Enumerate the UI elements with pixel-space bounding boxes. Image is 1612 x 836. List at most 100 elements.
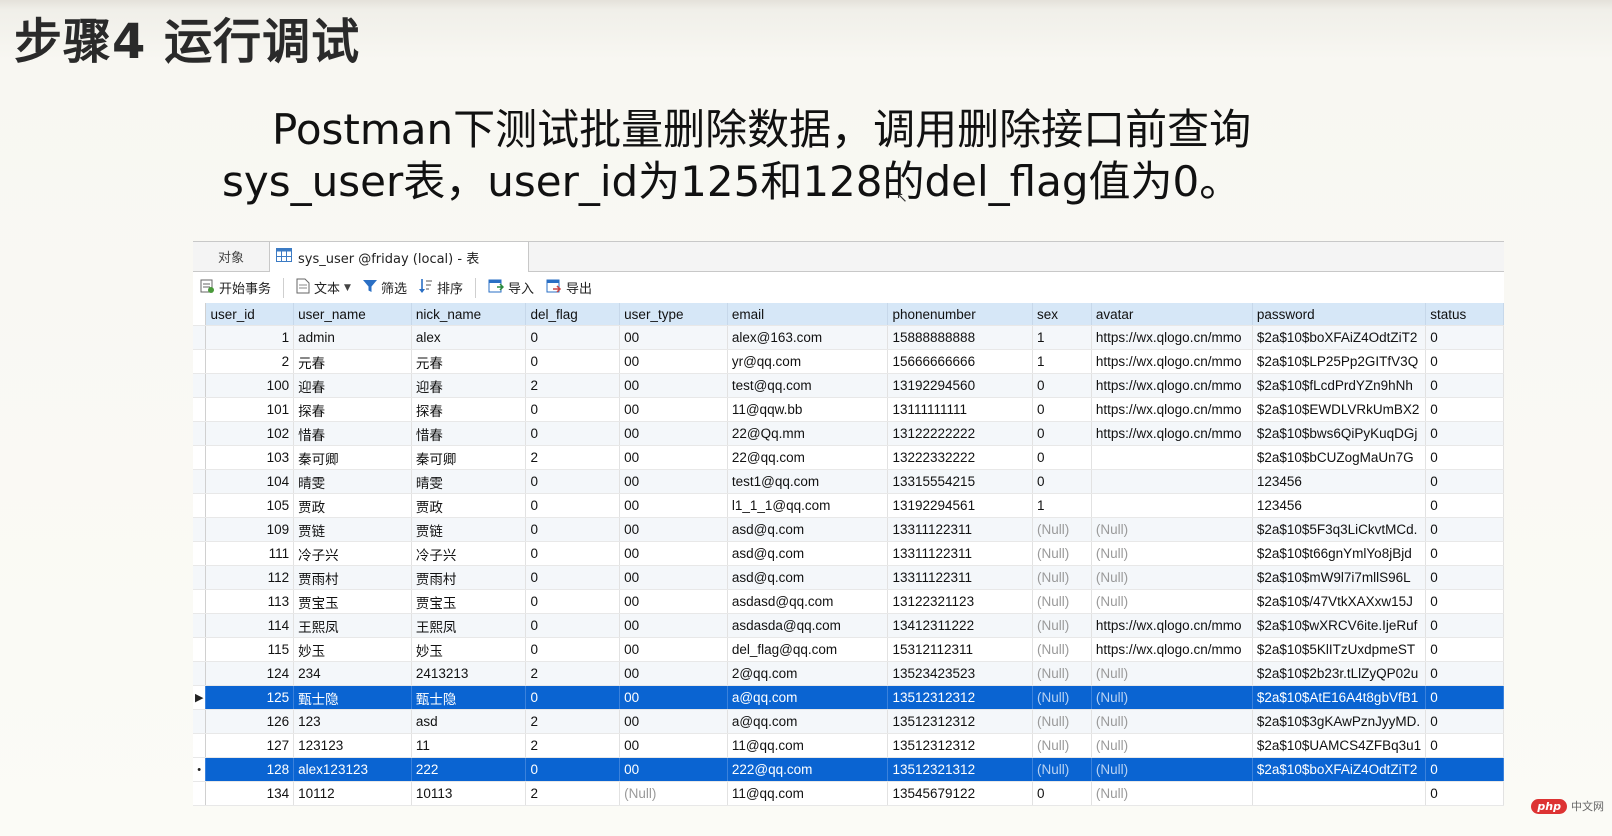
cell-nick-name[interactable]: 10113 (411, 781, 527, 806)
cell-status[interactable]: 0 (1425, 493, 1504, 518)
table-row[interactable]: 102 惜春 惜春 0 00 22@Qq.mm 13122222222 0 https://wx… (193, 421, 1504, 446)
cell-phonenumber[interactable]: 13512312312 (887, 733, 1034, 758)
cell-user-type[interactable]: 00 (619, 661, 728, 686)
row-indicator[interactable] (193, 349, 207, 374)
cell-user-type[interactable]: 00 (619, 421, 728, 446)
cell-phonenumber[interactable]: 13545679122 (887, 781, 1034, 806)
row-indicator[interactable] (193, 325, 207, 350)
cell-del-flag[interactable]: 0 (525, 565, 621, 590)
cell-user-id[interactable]: 113 (205, 589, 295, 614)
cell-user-name[interactable]: 贾宝玉 (293, 589, 412, 614)
cell-email[interactable]: asd@q.com (727, 541, 889, 566)
row-indicator[interactable]: ▶ (193, 685, 207, 710)
cell-password[interactable]: $2a$10$boXFAiZ4OdtZiT2 (1252, 757, 1427, 782)
cell-sex[interactable]: (Null) (1032, 565, 1092, 590)
cell-nick-name[interactable]: 元春 (411, 349, 527, 374)
cell-del-flag[interactable]: 0 (525, 469, 621, 494)
cell-email[interactable]: test1@qq.com (727, 469, 889, 494)
cell-password[interactable]: $2a$10$5F3q3LiCkvtMCd. (1252, 517, 1427, 542)
cell-status[interactable]: 0 (1425, 661, 1504, 686)
cell-user-type[interactable]: 00 (619, 709, 728, 734)
cell-avatar[interactable]: (Null) (1091, 685, 1253, 710)
cell-nick-name[interactable]: 秦可卿 (411, 445, 527, 470)
table-row[interactable]: 105 贾政 贾政 0 00 l1_1_1@qq.com 13192294561 1 12345… (193, 493, 1504, 518)
table-row[interactable]: 113 贾宝玉 贾宝玉 0 00 asdasd@qq.com 13122321123 (Nul… (193, 589, 1504, 614)
cell-status[interactable]: 0 (1425, 613, 1504, 638)
cell-user-type[interactable]: 00 (619, 637, 728, 662)
row-indicator[interactable] (193, 613, 207, 638)
row-indicator[interactable] (193, 733, 207, 758)
cell-status[interactable]: 0 (1425, 445, 1504, 470)
cell-nick-name[interactable]: 贾链 (411, 517, 527, 542)
cell-user-type[interactable]: 00 (619, 373, 728, 398)
cell-password[interactable]: $2a$10$bCUZogMaUn7G (1252, 445, 1427, 470)
cell-phonenumber[interactable]: 15312112311 (887, 637, 1034, 662)
cell-sex[interactable]: 0 (1032, 781, 1092, 806)
cell-avatar[interactable]: https://wx.qlogo.cn/mmo (1091, 613, 1253, 638)
cell-email[interactable]: 22@Qq.mm (727, 421, 889, 446)
cell-nick-name[interactable]: 探春 (411, 397, 527, 422)
export-button[interactable]: 导出 (540, 276, 598, 300)
row-indicator[interactable] (193, 637, 207, 662)
cell-phonenumber[interactable]: 13122222222 (887, 421, 1034, 446)
cell-del-flag[interactable]: 0 (525, 397, 621, 422)
cell-user-name[interactable]: 甄士隐 (293, 685, 412, 710)
cell-del-flag[interactable]: 2 (525, 661, 621, 686)
cell-password[interactable]: $2a$10$2b23r.tLlZyQP02u (1252, 661, 1427, 686)
column-header-status[interactable]: status (1425, 303, 1504, 326)
cell-email[interactable]: 11@qq.com (727, 781, 889, 806)
cell-user-type[interactable]: 00 (619, 613, 728, 638)
cell-user-name[interactable]: 234 (293, 661, 412, 686)
cell-password[interactable]: 123456 (1252, 469, 1427, 494)
cell-phonenumber[interactable]: 13512312312 (887, 685, 1034, 710)
cell-status[interactable]: 0 (1425, 733, 1504, 758)
table-row[interactable]: 124 234 2413213 2 00 2@qq.com 13523423523 (Null… (193, 661, 1504, 686)
cell-user-id[interactable]: 2 (205, 349, 295, 374)
cell-user-id[interactable]: 124 (205, 661, 295, 686)
cell-del-flag[interactable]: 0 (525, 541, 621, 566)
cell-user-id[interactable]: 111 (205, 541, 295, 566)
cell-user-id[interactable]: 134 (205, 781, 295, 806)
cell-user-type[interactable]: 00 (619, 541, 728, 566)
cell-user-name[interactable]: 妙玉 (293, 637, 412, 662)
cell-nick-name[interactable]: 11 (411, 733, 527, 758)
cell-sex[interactable]: 0 (1032, 469, 1092, 494)
cell-email[interactable]: asdasda@qq.com (727, 613, 889, 638)
sort-button[interactable]: 排序 (413, 276, 469, 300)
cell-del-flag[interactable]: 2 (525, 709, 621, 734)
table-row[interactable]: 1 admin alex 0 00 alex@163.com 15888888888 1 htt… (193, 325, 1504, 350)
cell-sex[interactable]: 0 (1032, 373, 1092, 398)
cell-password[interactable]: $2a$10$boXFAiZ4OdtZiT2 (1252, 325, 1427, 350)
cell-user-id[interactable]: 102 (205, 421, 295, 446)
begin-transaction-button[interactable]: 开始事务 (193, 276, 277, 300)
cell-phonenumber[interactable]: 13122321123 (887, 589, 1034, 614)
cell-del-flag[interactable]: 0 (525, 325, 621, 350)
cell-nick-name[interactable]: 贾政 (411, 493, 527, 518)
cell-user-name[interactable]: 123 (293, 709, 412, 734)
cell-phonenumber[interactable]: 13192294561 (887, 493, 1034, 518)
cell-sex[interactable]: (Null) (1032, 589, 1092, 614)
cell-email[interactable]: 11@qq.com (727, 733, 889, 758)
cell-avatar[interactable]: https://wx.qlogo.cn/mmo (1091, 325, 1253, 350)
column-header-user-type[interactable]: user_type (619, 303, 728, 326)
cell-phonenumber[interactable]: 13192294560 (887, 373, 1034, 398)
cell-user-name[interactable]: 惜春 (293, 421, 412, 446)
cell-user-name[interactable]: 贾政 (293, 493, 412, 518)
cell-password[interactable]: $2a$10$5KlITzUxdpmeST (1252, 637, 1427, 662)
import-button[interactable]: 导入 (482, 276, 540, 300)
row-indicator[interactable] (193, 517, 207, 542)
cell-user-id[interactable]: 100 (205, 373, 295, 398)
cell-avatar[interactable]: https://wx.qlogo.cn/mmo (1091, 397, 1253, 422)
cell-user-id[interactable]: 105 (205, 493, 295, 518)
cell-sex[interactable]: (Null) (1032, 733, 1092, 758)
cell-email[interactable]: 2@qq.com (727, 661, 889, 686)
cell-email[interactable]: asd@q.com (727, 565, 889, 590)
cell-phonenumber[interactable]: 13311122311 (887, 541, 1034, 566)
cell-user-name[interactable]: 贾雨村 (293, 565, 412, 590)
cell-user-name[interactable]: 王熙凤 (293, 613, 412, 638)
cell-avatar[interactable]: (Null) (1091, 661, 1253, 686)
cell-user-type[interactable]: 00 (619, 685, 728, 710)
cell-status[interactable]: 0 (1425, 637, 1504, 662)
cell-password[interactable] (1252, 781, 1427, 806)
sys-user-table[interactable]: user_id user_name nick_name del_flag user_ty… (193, 303, 1504, 806)
